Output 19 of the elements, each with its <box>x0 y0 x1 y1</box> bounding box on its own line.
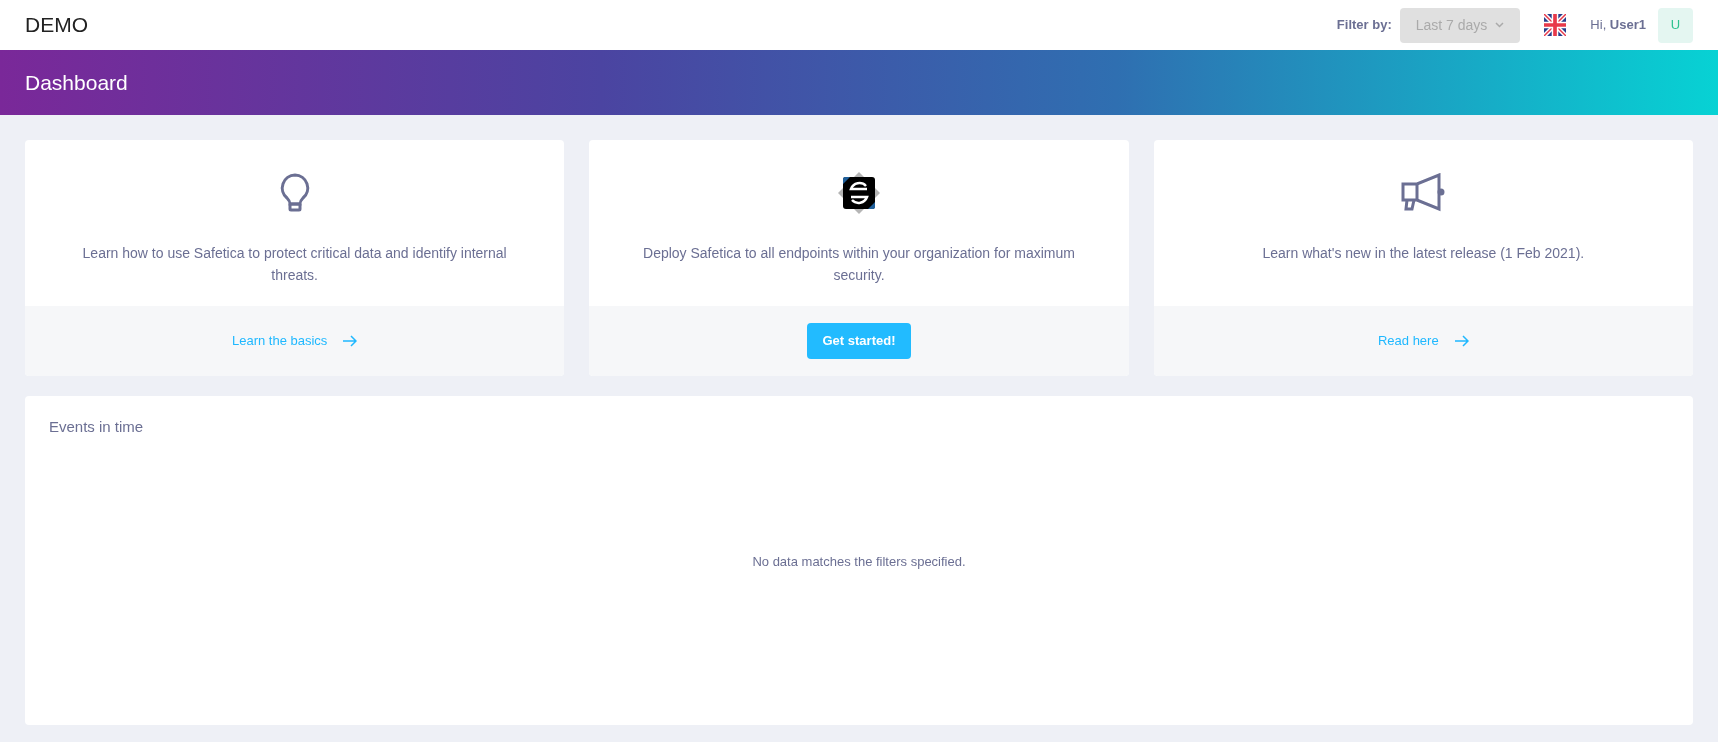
uk-flag-icon[interactable] <box>1544 14 1567 36</box>
logo: DEMO <box>25 12 88 39</box>
filter-label: Filter by: <box>1336 16 1392 35</box>
card-text: Learn how to use Safetica to protect critical data and identify internal threats. <box>81 244 508 285</box>
arrow-right-icon <box>343 335 358 347</box>
megaphone-icon <box>1400 173 1447 213</box>
card-link[interactable]: Learn the basics <box>231 331 358 351</box>
user-avatar[interactable]: U <box>1658 7 1693 43</box>
card-link[interactable]: Read here <box>1377 331 1469 351</box>
chevron-down-icon <box>1495 22 1505 28</box>
shield-logo-icon <box>836 170 882 216</box>
panel-title: Events in time <box>49 417 145 437</box>
empty-message: No data matches the filters specified. <box>752 553 966 571</box>
user-greeting: Hi, User1 <box>1590 16 1646 35</box>
card-text: Deploy Safetica to all endpoints within your organization for maximum security. <box>642 244 1076 285</box>
page-title: Dashboard <box>25 69 128 96</box>
get-started-button[interactable]: Get started! <box>806 323 912 359</box>
arrow-right-icon <box>1454 335 1469 347</box>
card-text: Learn what's new in the latest release (1 Feb 2021). <box>1262 244 1585 263</box>
